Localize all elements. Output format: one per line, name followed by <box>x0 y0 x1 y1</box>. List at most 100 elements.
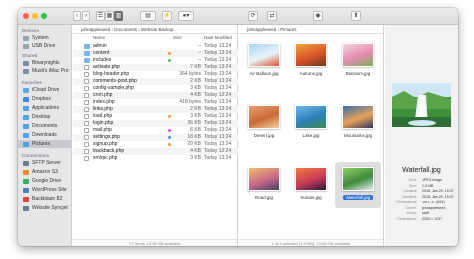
sidebar-item-label: USB Drive <box>32 43 56 49</box>
file-name: admin <box>93 43 107 49</box>
thumbnail-image <box>342 167 374 191</box>
file-row[interactable]: settings.php 18 KB Today 13:24 <box>73 134 238 141</box>
file-row[interactable]: index.php 418 bytes Today 13:24 <box>73 99 238 106</box>
file-date: Today 13:24 <box>204 120 232 126</box>
file-list-pane[interactable]: johnappleseed › Documents › Website Back… <box>73 25 238 246</box>
file-name: links.php <box>93 106 113 112</box>
forward-button[interactable]: › <box>82 11 90 21</box>
sidebar-item-label: Pictures <box>32 141 51 147</box>
path-bar[interactable]: johnappleseed › Documents › Website Back… <box>73 25 237 34</box>
image-thumbnail[interactable]: Blossom.jpg <box>335 38 381 84</box>
arrange-menu-button[interactable]: ▤ <box>140 11 156 21</box>
file-name: cron.php <box>93 92 113 98</box>
image-thumbnail[interactable]: Road.jpg <box>241 162 287 208</box>
sidebar-item-label: Applications <box>32 105 59 111</box>
folder-icon <box>84 51 90 56</box>
file-row[interactable]: config-sample.php 3 KB Today 13:24 <box>73 85 238 92</box>
image-thumbnail[interactable]: Waterfall.jpg <box>335 162 381 208</box>
file-row[interactable]: links.php 2 KB Today 13:24 <box>73 106 238 113</box>
file-size: 2 KB <box>190 78 201 84</box>
sidebar-item-label: Binarynights <box>32 60 60 66</box>
preview-title: Waterfall.jpg <box>402 167 441 174</box>
zoom-window-button[interactable] <box>41 13 47 19</box>
sidebar-item-applications[interactable]: Applications <box>18 104 72 112</box>
metadata-value: staff <box>422 211 429 215</box>
sidebar-item-pictures[interactable]: Pictures <box>18 140 72 148</box>
sidebar-item-dropbox[interactable]: Dropbox <box>18 95 72 103</box>
preview-toggle-button[interactable]: ◉ <box>313 11 323 21</box>
sidebar-item-website-syncjet[interactable]: Website Syncjet <box>18 204 72 212</box>
share-button[interactable]: ⬆ <box>351 11 361 21</box>
sidebar-item-desktop[interactable]: Desktop <box>18 113 72 121</box>
file-size: 3 KB <box>190 155 201 161</box>
file-row[interactable]: signup.php 29 KB Today 13:24 <box>73 141 238 148</box>
file-name: settings.php <box>93 134 120 140</box>
sync-button[interactable]: ⇄ <box>267 11 277 21</box>
google-drive-icon <box>23 178 29 184</box>
quick-action-button[interactable]: ⚡ <box>162 11 172 21</box>
thumbnail-image <box>248 167 280 191</box>
column-header-size[interactable]: Size <box>173 34 182 42</box>
close-window-button[interactable] <box>23 13 29 19</box>
file-date: Today 13:24 <box>204 106 232 112</box>
thumbnail-caption: Blossom.jpg <box>345 71 371 76</box>
column-header-date[interactable]: Date Modified <box>204 34 232 42</box>
image-thumbnail[interactable]: Air Balloon.jpg <box>241 38 287 84</box>
file-row[interactable]: blog-header.php 364 bytes Today 13:24 <box>73 71 238 78</box>
metadata-row: Permissions: -rw-r--r-- (644) <box>387 200 457 205</box>
file-row[interactable]: activate.php 7 KB Today 13:24 <box>73 64 238 71</box>
sidebar-item-wordpress-site[interactable]: WordPress Site <box>18 186 72 194</box>
file-date: Today 13:24 <box>204 71 232 77</box>
sidebar-item-label: Dropbox <box>32 96 51 102</box>
sidebar-item-icloud-drive[interactable]: iCloud Drive <box>18 86 72 94</box>
sidebar-item-sftp-server[interactable]: SFTP Server <box>18 159 72 167</box>
image-thumbnail[interactable]: Lake.jpg <box>288 100 334 146</box>
dual-pane-view-button[interactable]: ▥ <box>114 11 123 21</box>
sidebar-item-backblaze-b2[interactable]: Backblaze B2 <box>18 195 72 203</box>
file-row[interactable]: mail.php 8 KB Today 13:24 <box>73 127 238 134</box>
sidebar-item-imac-pro[interactable]: Musti's iMac Pro <box>18 67 72 75</box>
sidebar-item-google-drive[interactable]: Google Drive <box>18 177 72 185</box>
thumbnail-caption: Autumn.jpg <box>299 71 323 76</box>
action-menu-button[interactable]: ●▾ <box>178 11 194 21</box>
list-view-button[interactable]: ☰ <box>96 11 105 21</box>
path-bar[interactable]: johnappleseed › Pictures <box>239 25 383 34</box>
minimize-window-button[interactable] <box>32 13 38 19</box>
file-row[interactable]: trackback.php 4 KB Today 13:24 <box>73 148 238 155</box>
image-grid-pane[interactable]: johnappleseed › Pictures Air Balloon.jpg… <box>239 25 384 246</box>
refresh-button[interactable]: ⟳ <box>248 11 258 21</box>
sidebar-item-downloads[interactable]: Downloads <box>18 131 72 139</box>
color-tag-icon <box>168 136 171 139</box>
sidebar-item-binarynights[interactable]: Binarynights <box>18 59 72 67</box>
file-name: signup.php <box>93 141 118 147</box>
image-thumbnail[interactable]: Mountains.jpg <box>335 100 381 146</box>
sidebar-item-documents[interactable]: Documents <box>18 122 72 130</box>
file-name: content <box>93 50 110 56</box>
column-header-name[interactable]: Name <box>93 34 105 42</box>
sidebar-item-amazon-s3[interactable]: Amazon S3 <box>18 168 72 176</box>
file-row[interactable]: cron.php 4 KB Today 13:24 <box>73 92 238 99</box>
thumbnail-caption: Waterfall.jpg <box>343 195 373 200</box>
sidebar-item-usb-drive[interactable]: USB Drive <box>18 42 72 50</box>
folder-row[interactable]: includes -- Today 13:24 <box>73 57 238 64</box>
image-thumbnail[interactable]: Sunset.jpg <box>288 162 334 208</box>
icon-view-button[interactable]: ▦ <box>105 11 114 21</box>
file-row[interactable]: load.php 3 KB Today 13:24 <box>73 113 238 120</box>
image-thumbnail[interactable]: Desert.jpg <box>241 100 287 146</box>
file-row[interactable]: login.php 36 KB Today 13:24 <box>73 120 238 127</box>
back-button[interactable]: ‹ <box>73 11 81 21</box>
sidebar-item-system[interactable]: System <box>18 34 72 42</box>
image-thumbnail[interactable]: Autumn.jpg <box>288 38 334 84</box>
sidebar-item-label: System <box>32 35 49 41</box>
file-row[interactable]: xmlrpc.php 3 KB Today 13:24 <box>73 155 238 162</box>
document-icon <box>84 93 89 98</box>
folder-row[interactable]: content -- Today 13:24 <box>73 50 238 57</box>
sidebar-item-label: Backblaze B2 <box>32 196 63 202</box>
document-icon <box>84 79 89 84</box>
folder-row[interactable]: admin -- Today 13:24 <box>73 43 238 50</box>
color-tag-icon <box>168 143 171 146</box>
document-icon <box>84 156 89 161</box>
file-row[interactable]: comments-post.php 2 KB Today 13:24 <box>73 78 238 85</box>
thumbnail-caption: Road.jpg <box>254 195 273 200</box>
document-icon <box>84 107 89 112</box>
